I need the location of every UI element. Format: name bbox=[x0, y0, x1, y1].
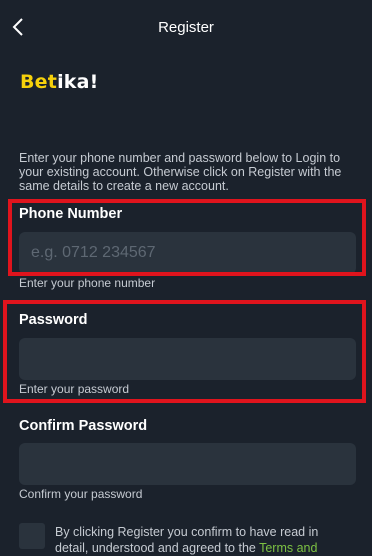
password-label: Password bbox=[19, 312, 88, 328]
password-help: Enter your password bbox=[19, 382, 130, 396]
phone-number-label: Phone Number bbox=[19, 206, 123, 222]
confirm-password-help: Confirm your password bbox=[19, 487, 143, 501]
app-header: Register bbox=[0, 0, 372, 58]
logo-text-part2: ika! bbox=[57, 71, 99, 93]
page-title: Register bbox=[158, 19, 214, 36]
phone-number-help: Enter your phone number bbox=[19, 276, 156, 290]
betika-logo: Betika! bbox=[20, 71, 99, 97]
confirm-password-input[interactable] bbox=[19, 443, 356, 485]
terms-text: By clicking Register you confirm to have… bbox=[55, 524, 355, 556]
confirm-password-label: Confirm Password bbox=[19, 418, 148, 434]
register-screen: Register Betika! Enter your phone number… bbox=[0, 0, 372, 556]
terms-link[interactable]: Terms and bbox=[259, 541, 317, 555]
intro-text: Enter your phone number and password bel… bbox=[19, 151, 342, 193]
password-input[interactable] bbox=[19, 338, 356, 380]
logo-text-part1: Bet bbox=[20, 71, 58, 93]
terms-checkbox[interactable] bbox=[19, 523, 45, 549]
phone-number-input[interactable] bbox=[19, 232, 356, 274]
